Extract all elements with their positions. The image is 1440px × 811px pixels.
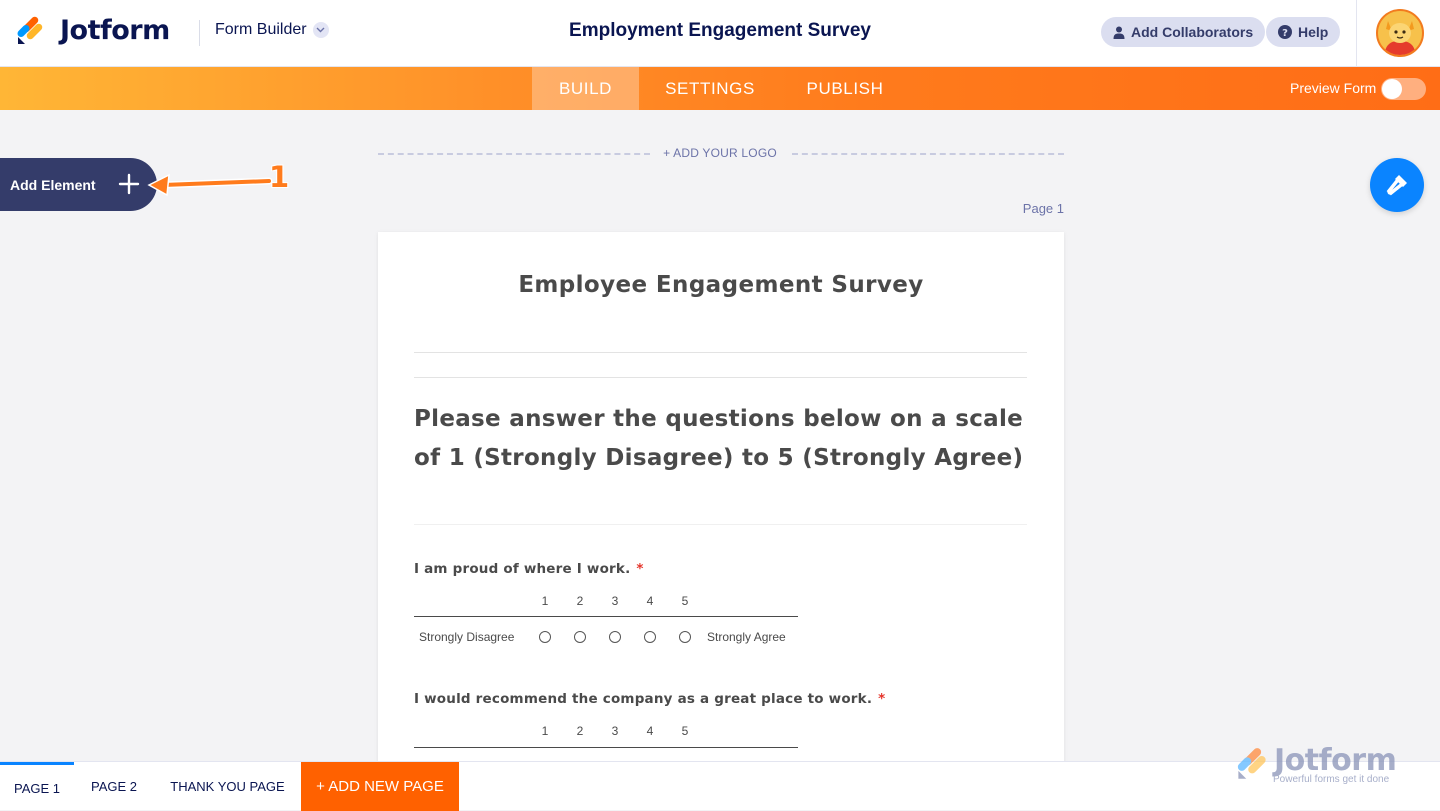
scale-number: 4: [646, 594, 654, 608]
jotform-logo-icon: [16, 14, 46, 46]
radio-option-1[interactable]: [539, 631, 551, 643]
form-heading[interactable]: Employee Engagement Survey: [378, 272, 1064, 298]
radio-option-3[interactable]: [609, 631, 621, 643]
divider: [414, 377, 1027, 378]
add-collaborators-button[interactable]: Add Collaborators: [1101, 17, 1266, 47]
brand-name: Jotform: [60, 14, 170, 46]
logo-dashed-line: [378, 153, 650, 155]
required-mark: *: [878, 691, 886, 707]
divider: [1356, 0, 1357, 67]
top-header: Jotform Form Builder Employment Engageme…: [0, 0, 1440, 67]
help-icon: ?: [1278, 25, 1292, 39]
divider: [199, 20, 200, 46]
avatar-icon: [1378, 11, 1422, 55]
chevron-down-icon: [312, 22, 329, 38]
form-canvas: Employee Engagement Survey Please answer…: [378, 232, 1064, 772]
preview-form-label: Preview Form: [1290, 80, 1377, 96]
required-mark: *: [636, 561, 644, 577]
page-tab-2[interactable]: PAGE 2: [80, 762, 148, 811]
question-label[interactable]: I am proud of where I work. *: [414, 561, 644, 577]
page-tab-1[interactable]: PAGE 1: [0, 762, 74, 811]
jotform-watermark: Jotform Powerful forms get it done: [1236, 743, 1416, 793]
jotform-logo[interactable]: Jotform: [16, 14, 170, 46]
tab-publish[interactable]: PUBLISH: [790, 67, 900, 110]
form-subheading[interactable]: Please answer the questions below on a s…: [414, 400, 1034, 478]
question-text: I would recommend the company as a great…: [414, 691, 873, 707]
page-tab-label: PAGE 2: [90, 779, 137, 794]
scale-number: 3: [611, 594, 619, 608]
add-element-label: Add Element: [10, 176, 96, 193]
scale-divider: [414, 616, 798, 617]
tab-settings-label: SETTINGS: [665, 78, 755, 98]
watermark-tagline: Powerful forms get it done: [1273, 774, 1390, 785]
scale-number: 4: [646, 724, 654, 738]
tab-settings[interactable]: SETTINGS: [650, 67, 770, 110]
scale-low-label: Strongly Disagree: [419, 630, 515, 644]
tab-publish-label: PUBLISH: [806, 78, 884, 98]
add-your-logo-link[interactable]: + ADD YOUR LOGO: [663, 146, 777, 160]
scale-numbers: 1 2 3 4 5: [414, 724, 798, 744]
paint-roller-icon: [1386, 175, 1407, 196]
help-button[interactable]: ? Help: [1266, 17, 1341, 47]
divider: [414, 352, 1027, 353]
page-tab-label: THANK YOU PAGE: [170, 779, 285, 794]
scale-number: 1: [541, 724, 549, 738]
scale-number: 1: [541, 594, 549, 608]
watermark-brand: Jotform: [1274, 743, 1397, 778]
add-collaborators-label: Add Collaborators: [1131, 24, 1254, 40]
builder-navbar: BUILD SETTINGS PUBLISH Preview Form: [0, 67, 1440, 110]
page-tab-thank-you[interactable]: THANK YOU PAGE: [160, 762, 295, 811]
add-new-page-label: + ADD NEW PAGE: [316, 778, 444, 795]
add-element-button[interactable]: Add Element: [0, 158, 157, 211]
arrow-annotation-icon: [147, 173, 273, 197]
scale-high-label: Strongly Agree: [707, 630, 786, 644]
builder-switch-label: Form Builder: [215, 21, 307, 38]
preview-form-toggle[interactable]: [1381, 78, 1426, 100]
user-icon: [1113, 26, 1125, 39]
scale-divider: [414, 747, 798, 748]
jotform-logo-icon: [1237, 748, 1266, 779]
svg-text:?: ?: [1282, 28, 1288, 39]
question-label[interactable]: I would recommend the company as a great…: [414, 691, 885, 707]
avatar[interactable]: [1376, 9, 1424, 57]
logo-dashed-line: [792, 153, 1064, 155]
page-label: Page 1: [1022, 201, 1064, 216]
plus-icon: [118, 173, 140, 195]
page-tabs-bar: PAGE 1 PAGE 2 THANK YOU PAGE + ADD NEW P…: [0, 761, 1440, 811]
scale-numbers: 1 2 3 4 5: [414, 594, 798, 614]
form-designer-button[interactable]: [1370, 158, 1424, 212]
form-title[interactable]: Employment Engagement Survey: [569, 20, 871, 41]
rating-scale: Strongly Disagree Strongly Agree: [414, 628, 798, 648]
tab-build-label: BUILD: [558, 78, 613, 98]
toggle-knob: [1382, 79, 1402, 99]
radio-option-5[interactable]: [679, 631, 691, 643]
scale-number: 2: [576, 724, 584, 738]
builder-switch-dropdown[interactable]: Form Builder: [215, 21, 329, 39]
page-tab-label: PAGE 1: [13, 780, 60, 796]
annotation-number: 1: [269, 160, 290, 194]
tab-build[interactable]: BUILD: [532, 67, 639, 110]
scale-number: 5: [681, 724, 689, 738]
question-text: I am proud of where I work.: [414, 561, 631, 577]
help-label: Help: [1298, 24, 1329, 40]
add-new-page-button[interactable]: + ADD NEW PAGE: [301, 762, 459, 811]
scale-number: 3: [611, 724, 619, 738]
scale-number: 5: [681, 594, 689, 608]
scale-number: 2: [576, 594, 584, 608]
divider: [414, 524, 1027, 525]
radio-option-4[interactable]: [644, 631, 656, 643]
radio-option-2[interactable]: [574, 631, 586, 643]
